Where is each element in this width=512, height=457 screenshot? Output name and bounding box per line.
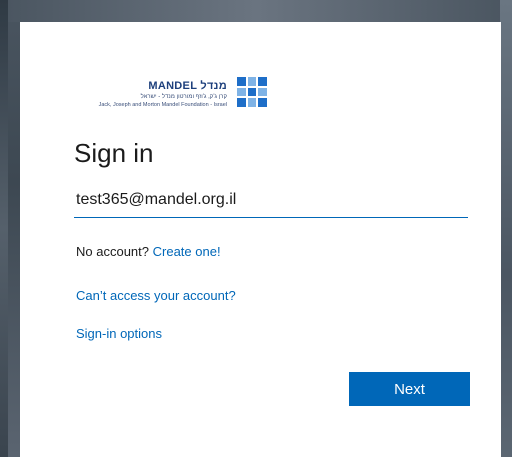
create-account-link[interactable]: Create one! xyxy=(153,244,221,259)
mandel-logo: MANDEL מנדל קרן ג'ק, ג'וזף ומורטון מנדל … xyxy=(39,57,269,109)
cant-access-row: Can’t access your account? xyxy=(76,288,236,303)
logo-hebrew-subtitle: קרן ג'ק, ג'וזף ומורטון מנדל - ישראל xyxy=(140,94,227,100)
logo-english-subtitle: Jack, Joseph and Morton Mandel Foundatio… xyxy=(98,102,227,108)
logo-main-text: MANDEL מנדל xyxy=(148,80,227,92)
logo-grid-icon xyxy=(237,77,267,107)
background-left xyxy=(0,0,8,457)
signin-options-row: Sign-in options xyxy=(76,326,162,341)
no-account-row: No account? Create one! xyxy=(76,244,221,259)
signin-options-link[interactable]: Sign-in options xyxy=(76,326,162,341)
no-account-label: No account? xyxy=(76,244,149,259)
background-right xyxy=(500,0,512,457)
page-title: Sign in xyxy=(74,138,154,168)
next-button[interactable]: Next xyxy=(349,372,470,406)
logo-text-block: MANDEL מנדל קרן ג'ק, ג'וזף ומורטון מנדל … xyxy=(99,57,227,109)
background-top xyxy=(0,0,512,22)
email-field[interactable] xyxy=(74,186,468,218)
cant-access-link[interactable]: Can’t access your account? xyxy=(76,288,236,303)
